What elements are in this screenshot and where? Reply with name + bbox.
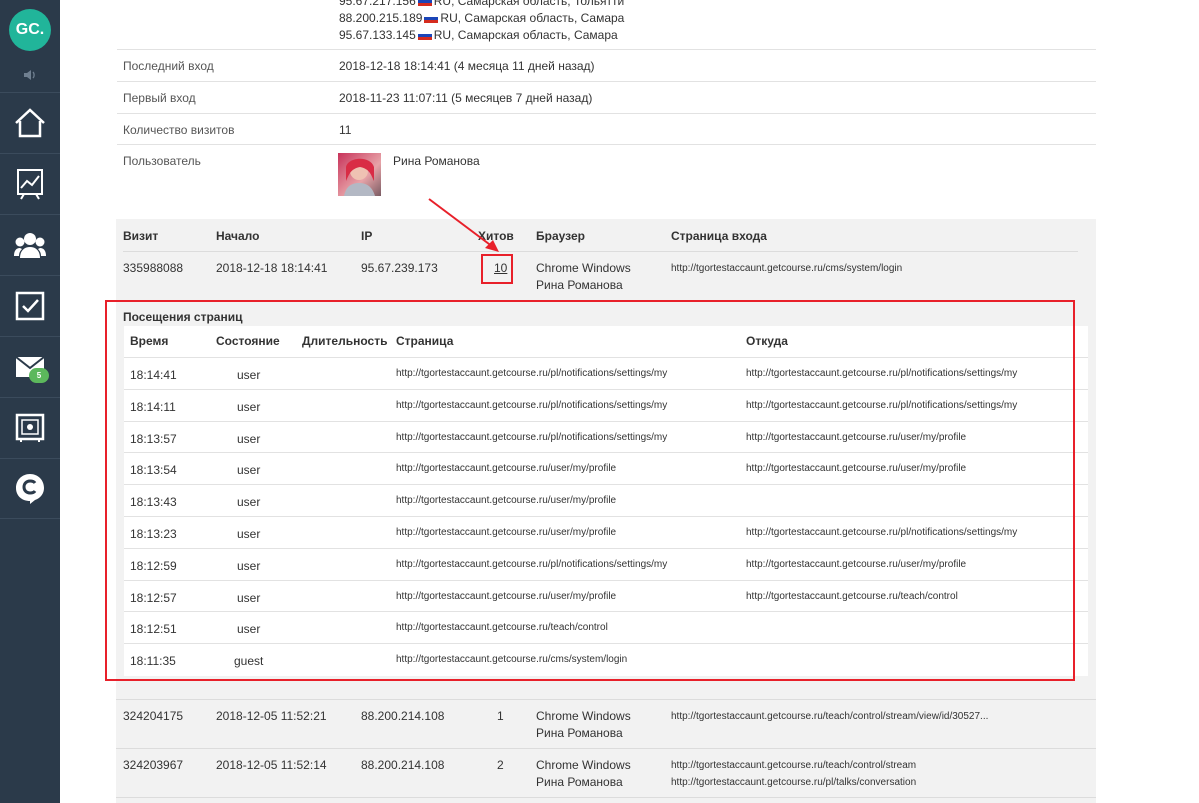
info-visits-count: Количество визитов 11 <box>117 114 1096 145</box>
logo[interactable]: GC. <box>9 9 51 51</box>
ip-entry: 88.200.215.189 RU, Самарская область, Сам… <box>339 11 625 25</box>
divider <box>116 797 1096 798</box>
ip-list: 95.67.217.156 RU, Самарская область, Толь… <box>339 0 624 44</box>
info-last-login: Последний вход 2018-12-18 18:14:41 (4 ме… <box>117 50 1096 82</box>
nav-analytics[interactable] <box>0 153 60 214</box>
avatar-image <box>344 158 375 196</box>
users-icon <box>14 233 46 258</box>
hits-highlight-box <box>481 254 513 284</box>
col-ip[interactable]: IP <box>361 229 372 243</box>
ip-entry: 95.67.133.145 RU, Самарская область, Сама… <box>339 28 618 42</box>
col-browser[interactable]: Браузер <box>536 229 585 243</box>
divider <box>123 251 1078 252</box>
user-link[interactable]: Рина Романова <box>536 775 623 789</box>
chart-icon <box>17 169 43 200</box>
main-content: 95.67.217.156 RU, Самарская область, Толь… <box>60 0 1199 803</box>
entry-page-link[interactable]: http://tgortestaccaunt.getcourse.ru/teac… <box>671 711 988 722</box>
col-visit[interactable]: Визит <box>123 229 158 243</box>
hits-link[interactable]: 1 <box>497 709 504 723</box>
nav-mail[interactable]: 5 <box>0 336 60 397</box>
user-avatar[interactable] <box>338 153 381 196</box>
home-icon <box>15 108 45 138</box>
entry-page-link[interactable]: http://tgortestaccaunt.getcourse.ru/teac… <box>671 760 916 771</box>
user-link[interactable]: Рина Романова <box>536 278 623 292</box>
user-name-link[interactable]: Рина Романова <box>393 154 480 168</box>
user-link[interactable]: Рина Романова <box>536 726 623 740</box>
col-entry-page[interactable]: Страница входа <box>671 229 767 243</box>
flag-ru-icon <box>424 14 439 23</box>
safe-icon <box>15 413 45 442</box>
nav-safe[interactable] <box>0 397 60 458</box>
flag-ru-icon <box>417 0 432 6</box>
red-arrow-annotation <box>428 198 499 252</box>
mail-count-badge: 5 <box>29 368 49 383</box>
nav-users[interactable] <box>0 214 60 275</box>
tasks-icon <box>15 291 45 321</box>
speaker-icon[interactable] <box>22 68 38 82</box>
sidebar: GC. 5 <box>0 0 60 803</box>
flag-ru-icon <box>417 31 432 40</box>
ip-entry: 95.67.217.156 RU, Самарская область, Толь… <box>339 0 624 10</box>
page-views-highlight-box <box>105 300 1075 681</box>
divider <box>116 699 1096 700</box>
entry-page-link[interactable]: http://tgortestaccaunt.getcourse.ru/pl/t… <box>671 777 916 788</box>
entry-page-link[interactable]: http://tgortestaccaunt.getcourse.ru/cms/… <box>671 263 902 274</box>
nav-home[interactable] <box>0 92 60 153</box>
chat-icon <box>16 473 44 504</box>
nav-tasks[interactable] <box>0 275 60 336</box>
col-start[interactable]: Начало <box>216 229 259 243</box>
divider <box>116 748 1096 749</box>
hits-link[interactable]: 2 <box>497 758 504 772</box>
nav-chat[interactable] <box>0 458 60 519</box>
info-user: Пользователь Рина Романова <box>117 145 1096 205</box>
info-first-login: Первый вход 2018-11-23 11:07:11 (5 месяц… <box>117 82 1096 114</box>
